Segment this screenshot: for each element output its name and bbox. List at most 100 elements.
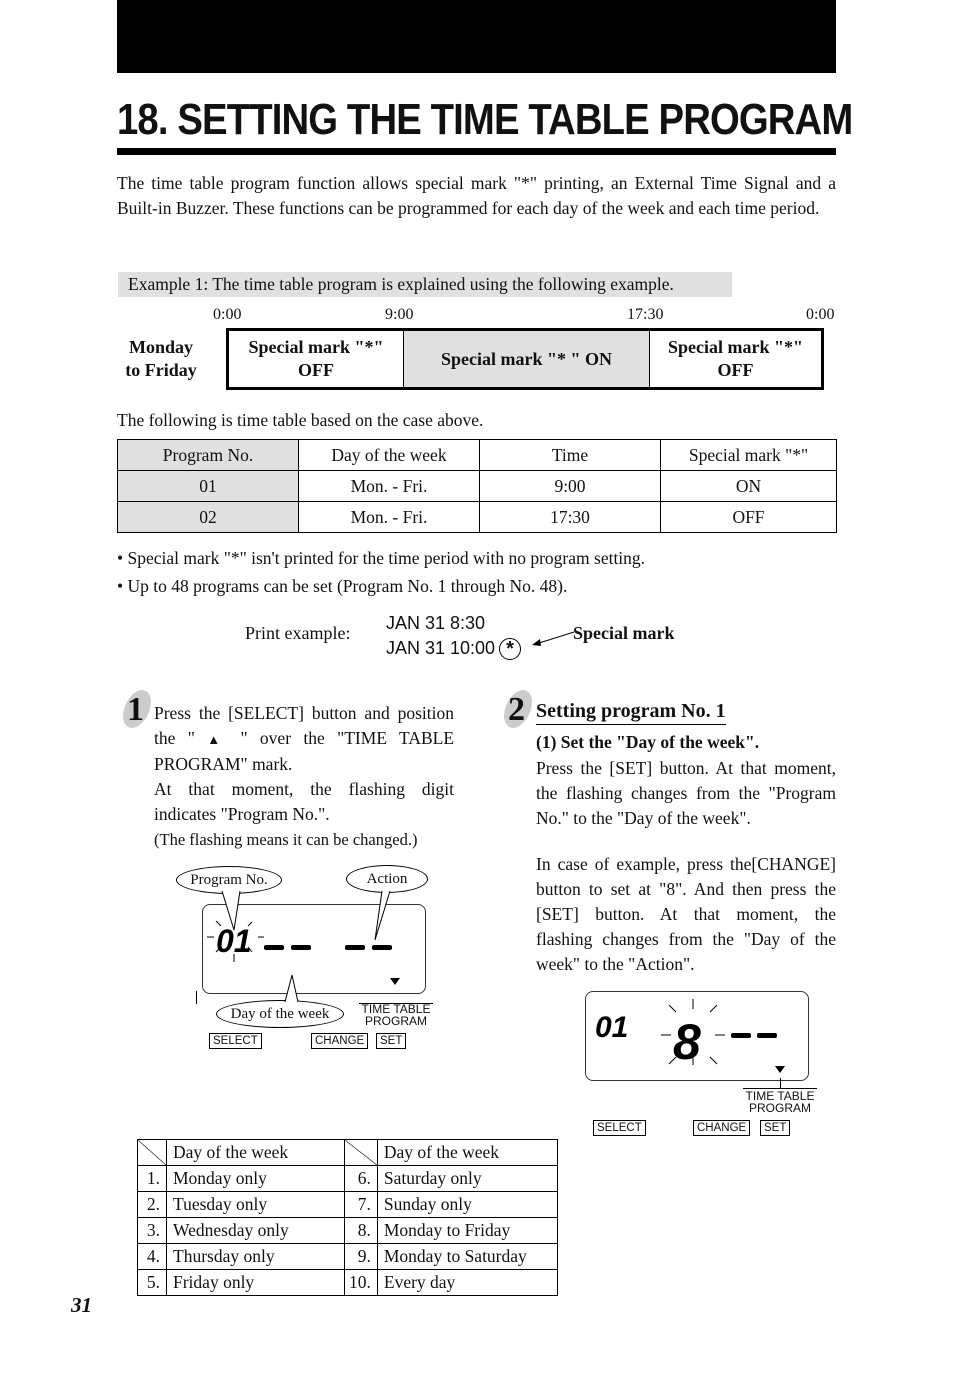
indicator-line2: PROGRAM [364, 1014, 427, 1028]
day-code: 4. [137, 1243, 167, 1270]
row-label-line2: to Friday [125, 360, 197, 380]
diagonal-corner-cell [137, 1139, 167, 1166]
print-line-2: JAN 31 10:00 [386, 638, 496, 658]
segment-state: OFF [297, 360, 334, 380]
timeline-segment-off-evening: Special mark "*" OFF [650, 331, 821, 387]
header-cell: Day of the week [166, 1139, 345, 1166]
select-button[interactable]: SELECT [209, 1033, 262, 1049]
table-header-row: Day of the week Day of the week [137, 1139, 559, 1166]
set-button[interactable]: SET [376, 1033, 407, 1049]
cell-day: Mon. - Fri. [298, 501, 480, 533]
indicator-stem [196, 991, 197, 1004]
page-number: 31 [71, 1293, 92, 1317]
arrow-icon [532, 631, 575, 646]
table-row: 02 Mon. - Fri. 17:30 OFF [117, 501, 837, 533]
print-example-output: JAN 31 8:30 JAN 31 10:00 * [386, 611, 522, 661]
example-banner: Example 1: The time table program is exp… [118, 272, 732, 297]
day-of-week-table: Day of the week Day of the week 1. Monda… [137, 1139, 559, 1296]
header-cell: Day of the week [376, 1139, 559, 1166]
day-code: 7. [344, 1191, 378, 1218]
day-label: Sunday only [376, 1191, 559, 1218]
special-mark-icon: * [499, 638, 522, 661]
row-label-line1: Monday [128, 337, 193, 357]
change-button[interactable]: CHANGE [311, 1033, 369, 1049]
header-cell: Time [479, 439, 661, 471]
day-label: Every day [376, 1269, 559, 1296]
day-label: Saturday only [376, 1165, 559, 1192]
title-underline [117, 148, 836, 155]
header-black-bar [117, 0, 836, 73]
day-code: 1. [137, 1165, 167, 1192]
time-table-program-indicator: TIME TABLE PROGRAM [358, 1003, 434, 1027]
diagonal-corner-cell [344, 1139, 378, 1166]
timeline-row-label: Monday to Friday [118, 336, 204, 382]
day-code: 9. [344, 1243, 378, 1270]
program-table-caption: The following is time table based on the… [117, 410, 484, 430]
timeline-tick-0900: 9:00 [385, 306, 414, 323]
day-code: 8. [344, 1217, 378, 1244]
step-2-para-2: In case of example, press the[CHANGE] bu… [536, 854, 836, 974]
segment-state: OFF [717, 360, 754, 380]
day-code: 3. [137, 1217, 167, 1244]
triangle-down-icon [775, 1066, 785, 1073]
cell-program-no: 02 [117, 501, 299, 533]
time-table-program-indicator: TIME TABLE PROGRAM [742, 1090, 818, 1114]
print-line-1: JAN 31 8:30 [386, 613, 486, 633]
table-row: 1. Monday only 6. Saturday only [137, 1165, 559, 1192]
timeline-tick-end: 0:00 [806, 306, 835, 323]
cell-time: 9:00 [479, 470, 661, 502]
step-1-para-3: (The flashing means it can be changed.) [154, 830, 418, 849]
table-row: 4. Thursday only 9. Monday to Saturday [137, 1243, 559, 1270]
table-row: 5. Friday only 10. Every day [137, 1269, 559, 1296]
header-cell: Special mark "*" [660, 439, 837, 471]
step-2-para-1: Press the [SET] button. At that moment, … [536, 758, 836, 828]
segment-label: Special mark "*" [248, 337, 384, 357]
day-label: Monday to Friday [376, 1217, 559, 1244]
timeline-tick-0000: 0:00 [213, 306, 242, 323]
step-1-para-1: Press the [SELECT] button and position t… [154, 701, 454, 777]
table-header-row: Program No. Day of the week Time Special… [117, 439, 837, 471]
day-code: 2. [137, 1191, 167, 1218]
triangle-up-icon: ▲ [207, 732, 229, 747]
notes-list: • Special mark "*" isn't printed for the… [117, 544, 645, 600]
cell-day: Mon. - Fri. [298, 470, 480, 502]
program-table: Program No. Day of the week Time Special… [117, 439, 837, 533]
indicator-line2: PROGRAM [748, 1101, 811, 1115]
lcd-dashes [731, 1033, 777, 1038]
table-row: 01 Mon. - Fri. 9:00 ON [117, 470, 837, 502]
step-2-subheading: (1) Set the "Day of the week". [536, 732, 760, 752]
timeline-segment-off-morning: Special mark "*" OFF [229, 331, 404, 387]
step-1-instructions: Press the [SELECT] button and position t… [154, 701, 454, 852]
note-item: • Special mark "*" isn't printed for the… [117, 548, 646, 568]
set-button[interactable]: SET [760, 1120, 791, 1136]
timeline-bar: Special mark "*" OFF Special mark "* " ON… [226, 328, 824, 390]
cell-program-no: 01 [117, 470, 299, 502]
header-cell: Program No. [117, 439, 299, 471]
day-label: Tuesday only [166, 1191, 345, 1218]
table-row: 3. Wednesday only 8. Monday to Friday [137, 1217, 559, 1244]
lcd-segments-step2: 01 8 [595, 999, 785, 1073]
cell-time: 17:30 [479, 501, 661, 533]
step-2-instructions: Press the [SET] button. At that moment, … [536, 756, 836, 977]
select-button[interactable]: SELECT [593, 1120, 646, 1136]
day-label: Friday only [166, 1269, 345, 1296]
day-code: 5. [137, 1269, 167, 1296]
day-code: 10. [344, 1269, 378, 1296]
print-example-label: Print example: [245, 623, 351, 643]
step-1-number: 1 [127, 691, 144, 728]
cell-special-mark: OFF [660, 501, 837, 533]
day-label: Monday to Saturday [376, 1243, 559, 1270]
day-label: Wednesday only [166, 1217, 345, 1244]
cell-special-mark: ON [660, 470, 837, 502]
day-code: 6. [344, 1165, 378, 1192]
step-2-number: 2 [508, 691, 525, 728]
timeline-segment-on: Special mark "* " ON [404, 331, 650, 387]
step-2-heading: Setting program No. 1 [536, 700, 726, 725]
segment-label: Special mark "*" [668, 337, 803, 357]
day-label: Monday only [166, 1165, 345, 1192]
day-label: Thursday only [166, 1243, 345, 1270]
table-row: 2. Tuesday only 7. Sunday only [137, 1191, 559, 1218]
indicator-stem [780, 1078, 781, 1088]
change-button[interactable]: CHANGE [693, 1120, 751, 1136]
lcd-day-digit: 8 [673, 1014, 701, 1070]
